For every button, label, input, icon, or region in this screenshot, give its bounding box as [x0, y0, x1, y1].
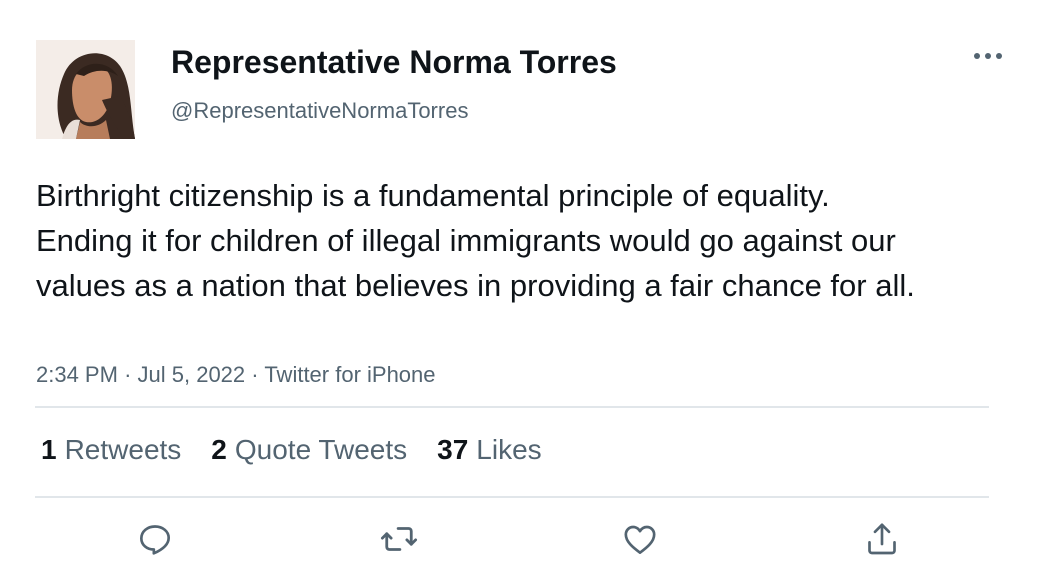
retweet-button[interactable] [375, 515, 423, 563]
retweets-count: 1 [41, 434, 57, 465]
tweet-card: Representative Norma Torres @Representat… [0, 0, 1050, 570]
share-button[interactable] [858, 515, 906, 563]
more-options-button[interactable] [968, 40, 1008, 72]
quote-tweets-stat[interactable]: 2 Quote Tweets [211, 434, 407, 466]
avatar-photo [36, 40, 135, 139]
retweet-icon [380, 527, 418, 551]
user-handle[interactable]: @RepresentativeNormaTorres [171, 98, 468, 124]
more-icon [974, 53, 1002, 59]
tweet-source[interactable]: Twitter for iPhone [264, 362, 435, 387]
meta-separator: · [124, 362, 132, 387]
engagement-stats: 1 Retweets 2 Quote Tweets 37 Likes [41, 434, 572, 466]
likes-count: 37 [437, 434, 469, 465]
divider [35, 496, 989, 498]
reply-button[interactable] [131, 515, 179, 563]
reply-icon [140, 525, 170, 555]
tweet-metadata: 2:34 PM · Jul 5, 2022 · Twitter for iPho… [36, 362, 436, 388]
tweet-date[interactable]: Jul 5, 2022 [138, 362, 246, 387]
avatar[interactable] [36, 40, 135, 139]
likes-label: Likes [476, 434, 542, 465]
like-button[interactable] [616, 515, 664, 563]
tweet-text: Birthright citizenship is a fundamental … [36, 178, 915, 303]
retweets-label: Retweets [64, 434, 182, 465]
meta-separator: · [251, 362, 259, 387]
likes-stat[interactable]: 37 Likes [437, 434, 542, 466]
display-name[interactable]: Representative Norma Torres [171, 44, 617, 81]
action-bar [0, 515, 1050, 565]
quote-tweets-count: 2 [211, 434, 227, 465]
tweet-time[interactable]: 2:34 PM [36, 362, 118, 387]
heart-icon [624, 525, 656, 554]
divider [35, 406, 989, 408]
retweets-stat[interactable]: 1 Retweets [41, 434, 181, 466]
share-icon [868, 523, 896, 555]
quote-tweets-label: Quote Tweets [234, 434, 408, 465]
